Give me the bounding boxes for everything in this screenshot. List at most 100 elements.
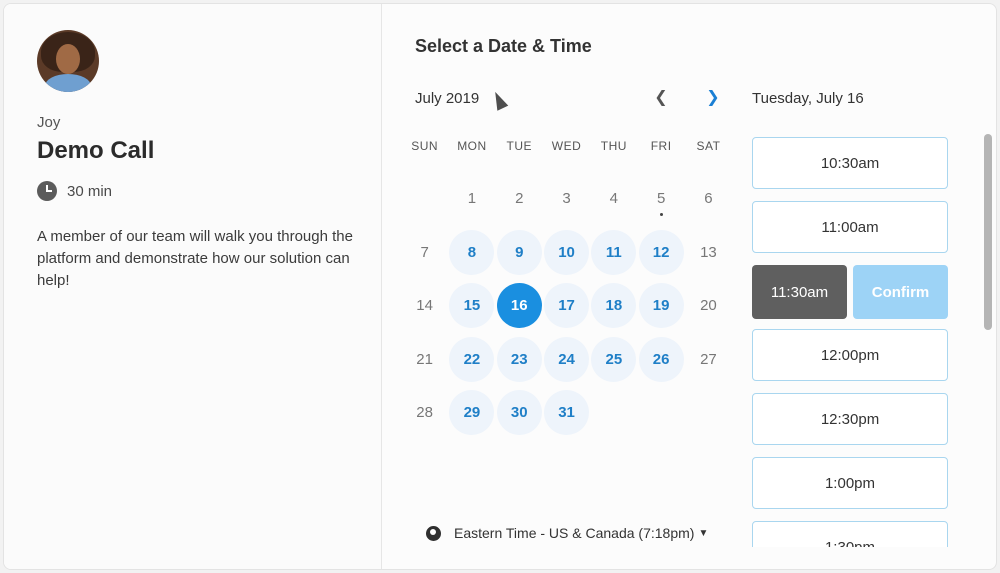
today-dot xyxy=(659,212,663,216)
weekday-sun: SUN xyxy=(411,139,439,153)
weekday-header: SUN MON TUE WED THU FRI SAT xyxy=(401,139,732,153)
event-title: Demo Call xyxy=(37,137,155,164)
weekday-mon: MON xyxy=(457,139,487,153)
day-number: 19 xyxy=(638,283,684,329)
day-number: 15 xyxy=(449,283,495,329)
calendar-day-4: 4 xyxy=(590,172,637,226)
host-avatar xyxy=(37,30,99,92)
time-slot-button[interactable]: 1:30pm xyxy=(752,521,948,547)
calendar-day-18[interactable]: 18 xyxy=(590,279,637,333)
day-number: 14 xyxy=(416,297,433,315)
calendar-day-1: 1 xyxy=(448,172,495,226)
slot-scrollbar[interactable] xyxy=(984,134,992,330)
calendar-day-6: 6 xyxy=(685,172,732,226)
chevron-right-icon[interactable]: ❯ xyxy=(701,86,725,110)
weekday-fri: FRI xyxy=(650,139,672,153)
calendar-day-29[interactable]: 29 xyxy=(448,386,495,440)
day-number: 13 xyxy=(700,243,717,261)
duration-label: 30 min xyxy=(67,182,113,200)
time-slot-button[interactable]: 1:00pm xyxy=(752,457,948,509)
calendar-day-17[interactable]: 17 xyxy=(543,279,590,333)
day-number: 24 xyxy=(544,336,590,382)
day-number: 3 xyxy=(562,190,571,208)
event-description: A member of our team will walk you throu… xyxy=(37,228,353,289)
clock-icon xyxy=(37,181,57,201)
calendar-day-22[interactable]: 22 xyxy=(448,333,495,387)
calendar-day-23[interactable]: 23 xyxy=(496,333,543,387)
day-number: 2 xyxy=(515,190,524,208)
calendar-blank-cell xyxy=(401,172,448,226)
time-slot-button[interactable]: 12:30pm xyxy=(752,393,948,445)
day-number: 31 xyxy=(544,390,590,436)
chevron-left-icon[interactable]: ❮ xyxy=(649,86,673,110)
calendar-day-20: 20 xyxy=(685,279,732,333)
calendar-day-10[interactable]: 10 xyxy=(543,226,590,280)
time-slot-button[interactable]: 11:00am xyxy=(752,201,948,253)
calendar-day-19[interactable]: 19 xyxy=(637,279,684,333)
calendar-day-5: 5 xyxy=(637,172,684,226)
calendar-day-2: 2 xyxy=(496,172,543,226)
day-number: 12 xyxy=(638,229,684,275)
event-details-panel: Joy Demo Call 30 min A member of our tea… xyxy=(4,4,382,569)
calendar-grid: 1 2 3 4 5 6 7 8 9 10 11 12 13 14 15 16 17 18 19 20 21 22 23 24 2… xyxy=(401,172,732,440)
calendar-day-27: 27 xyxy=(685,333,732,387)
calendar-day-14: 14 xyxy=(401,279,448,333)
day-number: 10 xyxy=(544,229,590,275)
day-number: 25 xyxy=(591,336,637,382)
calendar-day-9[interactable]: 9 xyxy=(496,226,543,280)
calendar-day-11[interactable]: 11 xyxy=(590,226,637,280)
day-number: 20 xyxy=(700,297,717,315)
timezone-selector[interactable]: Eastern Time - US & Canada (7:18pm) ▼ xyxy=(426,525,708,541)
timezone-label: Eastern Time - US & Canada (7:18pm) xyxy=(454,525,695,541)
day-number: 22 xyxy=(449,336,495,382)
day-number: 21 xyxy=(416,350,433,368)
event-duration: 30 min xyxy=(37,181,112,201)
calendar-day-30[interactable]: 30 xyxy=(496,386,543,440)
scheduling-card: Joy Demo Call 30 min A member of our tea… xyxy=(3,3,997,570)
day-number: 26 xyxy=(638,336,684,382)
weekday-thu: THU xyxy=(600,139,627,153)
day-number: 28 xyxy=(416,404,433,422)
weekday-sat: SAT xyxy=(696,139,721,153)
calendar-day-31[interactable]: 31 xyxy=(543,386,590,440)
weekday-tue: TUE xyxy=(506,139,532,153)
calendar-day-8[interactable]: 8 xyxy=(448,226,495,280)
month-label: July 2019 xyxy=(415,90,480,107)
day-number: 18 xyxy=(591,283,637,329)
day-number: 27 xyxy=(700,350,717,368)
time-slot-button[interactable]: 10:30am xyxy=(752,137,948,189)
weekday-wed: WED xyxy=(551,139,582,153)
page-title: Select a Date & Time xyxy=(415,36,592,56)
day-number: 8 xyxy=(449,229,495,275)
day-number: 23 xyxy=(496,336,542,382)
calendar-day-24[interactable]: 24 xyxy=(543,333,590,387)
calendar-day-21: 21 xyxy=(401,333,448,387)
calendar-day-28: 28 xyxy=(401,386,448,440)
calendar-day-26[interactable]: 26 xyxy=(637,333,684,387)
selected-day-label: Tuesday, July 16 xyxy=(752,90,864,107)
day-number: 30 xyxy=(496,390,542,436)
day-number: 16 xyxy=(496,283,542,329)
calendar-day-7: 7 xyxy=(401,226,448,280)
calendar-day-12[interactable]: 12 xyxy=(637,226,684,280)
globe-icon xyxy=(426,525,441,541)
calendar-day-16[interactable]: 16 xyxy=(496,279,543,333)
confirm-button[interactable]: Confirm xyxy=(853,265,948,319)
caret-down-icon: ▼ xyxy=(698,527,709,539)
day-number: 17 xyxy=(544,283,590,329)
mouse-cursor xyxy=(489,89,509,111)
calendar-day-15[interactable]: 15 xyxy=(448,279,495,333)
day-number: 1 xyxy=(467,190,477,208)
selected-slot-group: 11:30am Confirm xyxy=(752,265,948,319)
calendar-day-3: 3 xyxy=(543,172,590,226)
day-number: 11 xyxy=(591,229,637,275)
time-slot-button[interactable]: 12:00pm xyxy=(752,329,948,381)
time-slot-list: 10:30am 11:00am 11:30am Confirm 12:00pm 12:30… xyxy=(752,137,952,547)
day-number: 9 xyxy=(496,229,542,275)
calendar-day-13: 13 xyxy=(685,226,732,280)
day-number: 29 xyxy=(449,390,495,436)
day-number: 4 xyxy=(609,190,618,208)
selected-time-slot[interactable]: 11:30am xyxy=(752,265,847,319)
day-number: 6 xyxy=(704,190,713,208)
calendar-day-25[interactable]: 25 xyxy=(590,333,637,387)
